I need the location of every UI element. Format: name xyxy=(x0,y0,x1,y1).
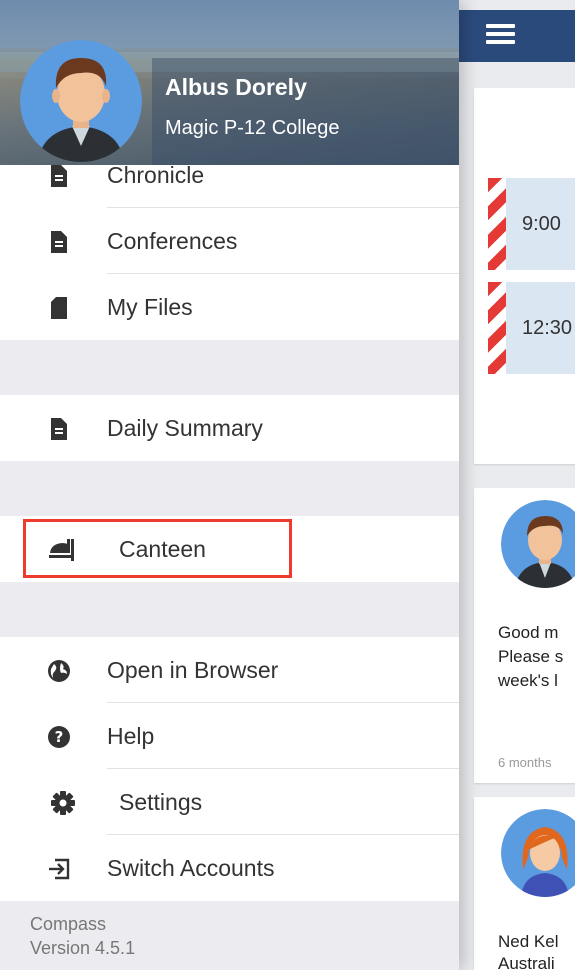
document-icon xyxy=(46,229,72,255)
menu-item-label: Settings xyxy=(119,789,203,815)
event-time: 12:30 xyxy=(522,317,573,339)
gear-icon xyxy=(50,790,76,816)
main-content: 9:00 12:30 Good m Please s week's l 6 mo… xyxy=(459,0,575,970)
post-author-avatar xyxy=(501,500,575,588)
menu-item-switch-accounts[interactable]: Switch Accounts xyxy=(0,835,459,901)
globe-icon xyxy=(46,658,72,684)
menu-item-label: Help xyxy=(107,723,155,749)
drawer-footer: Compass Version 4.5.1 xyxy=(0,901,459,970)
post-text-line: week's l xyxy=(498,671,558,690)
calendar-card: 9:00 12:30 xyxy=(474,88,575,464)
news-post-card[interactable]: Ned Kel Australi xyxy=(474,797,575,970)
sd-card-icon xyxy=(46,295,72,321)
menu-item-label: Switch Accounts xyxy=(107,855,275,881)
event-stripe xyxy=(488,178,506,270)
navigation-drawer: Albus Dorely Magic P-12 College Chronicl… xyxy=(0,0,459,970)
menu-item-label: Daily Summary xyxy=(107,415,263,441)
menu-hamburger-icon[interactable] xyxy=(486,24,515,44)
app-version: Version 4.5.1 xyxy=(30,938,136,958)
menu-item-label: My Files xyxy=(107,294,193,320)
section-spacer xyxy=(0,582,459,637)
user-name: Albus Dorely xyxy=(165,74,307,100)
calendar-event[interactable]: 12:30 xyxy=(488,282,575,374)
menu-item-canteen[interactable]: Canteen xyxy=(0,516,459,582)
section-spacer xyxy=(0,461,459,516)
app-bar xyxy=(459,10,575,62)
news-post-card[interactable]: Good m Please s week's l 6 months xyxy=(474,488,575,783)
menu-item-daily-summary[interactable]: Daily Summary xyxy=(0,395,459,461)
app-name: Compass xyxy=(30,914,107,934)
canteen-icon xyxy=(47,537,77,563)
menu-item-help[interactable]: ? Help xyxy=(0,703,459,769)
menu-item-my-files[interactable]: My Files xyxy=(0,274,459,340)
post-timestamp: 6 months xyxy=(498,755,552,770)
event-stripe xyxy=(488,282,506,374)
menu-item-label: Open in Browser xyxy=(107,657,279,683)
post-author-avatar xyxy=(501,809,575,897)
menu-item-conferences[interactable]: Conferences xyxy=(0,208,459,274)
switch-account-icon xyxy=(46,856,72,882)
post-text-line: Ned Kel xyxy=(498,932,559,951)
section-spacer xyxy=(0,340,459,395)
post-text-line: Please s xyxy=(498,647,564,666)
menu-item-label: Canteen xyxy=(119,536,206,562)
event-time: 9:00 xyxy=(522,213,561,235)
document-icon xyxy=(46,163,72,189)
menu-item-open-in-browser[interactable]: Open in Browser xyxy=(0,637,459,703)
svg-text:?: ? xyxy=(55,728,64,746)
user-avatar[interactable] xyxy=(20,40,142,162)
menu-item-settings[interactable]: Settings xyxy=(0,769,459,835)
user-school: Magic P-12 College xyxy=(165,117,340,139)
post-text-line: Good m xyxy=(498,623,559,642)
calendar-event[interactable]: 9:00 xyxy=(488,178,575,270)
menu-item-label: Chronicle xyxy=(107,162,205,188)
menu-item-label: Conferences xyxy=(107,228,238,254)
help-icon: ? xyxy=(46,724,72,750)
document-icon xyxy=(46,416,72,442)
post-text-line: Australi xyxy=(498,954,555,970)
